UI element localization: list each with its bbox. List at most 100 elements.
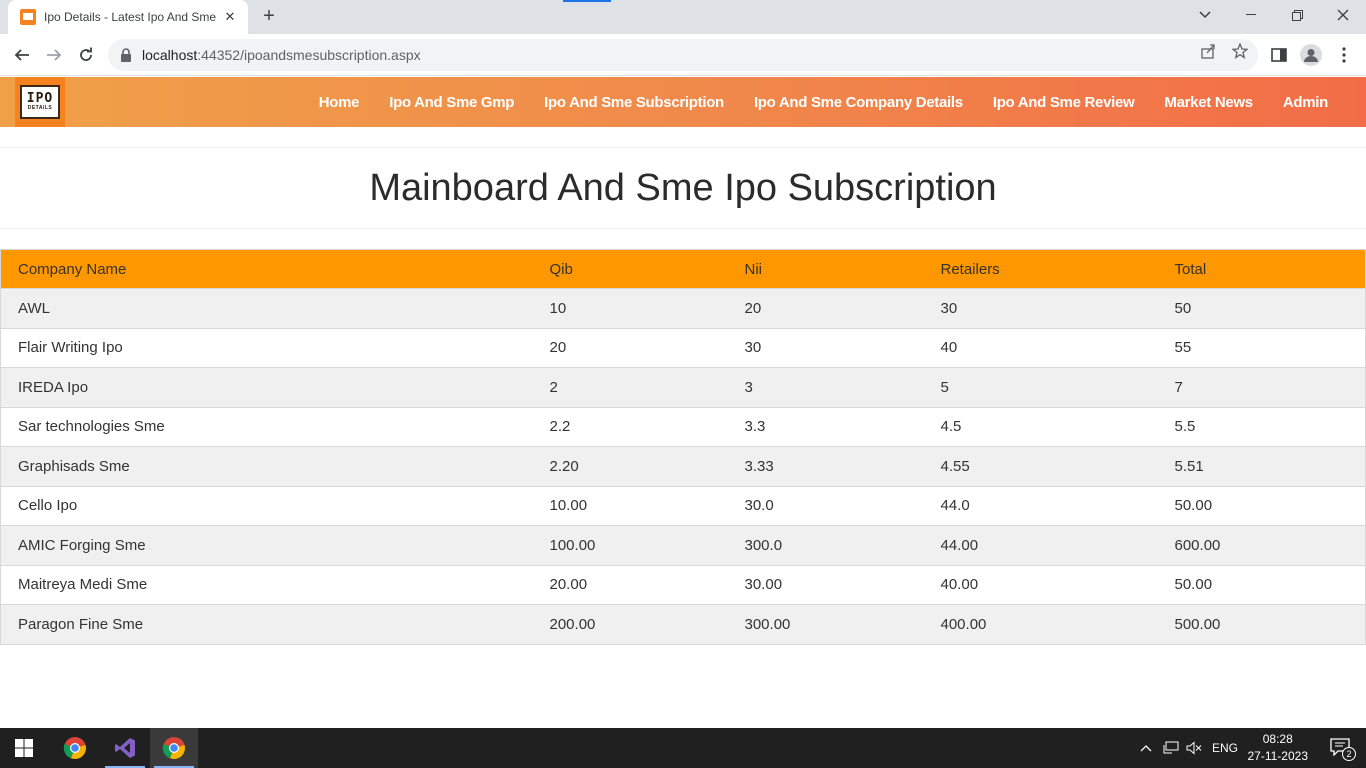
site-logo[interactable]: IPO DETAILS [15,77,65,127]
taskbar-clock[interactable]: 08:28 27-11-2023 [1248,731,1309,765]
address-bar[interactable]: localhost:44352/ipoandsmesubscription.as… [108,39,1258,71]
cell-total: 7 [1157,367,1366,407]
back-button[interactable] [10,43,34,67]
cell-retailers: 4.55 [923,446,1158,486]
page-title: Mainboard And Sme Ipo Subscription [369,166,997,209]
taskbar-chrome-active-icon[interactable] [150,728,198,768]
subscription-table: Company Name Qib Nii Retailers Total AWL… [0,249,1366,645]
cell-total: 600.00 [1157,525,1366,565]
nav-ipo-sme-company-details[interactable]: Ipo And Sme Company Details [754,94,963,111]
cell-total: 5.51 [1157,446,1366,486]
cell-qib: 20.00 [532,564,728,605]
logo-bottom-text: DETAILS [27,105,53,111]
cell-retailers: 30 [923,288,1158,328]
side-panel-icon[interactable] [1267,43,1291,67]
header-total: Total [1157,249,1366,289]
cell-total: 5.5 [1157,406,1366,447]
cell-company: Graphisads Sme [0,446,533,486]
notification-center-icon[interactable]: 2 [1330,738,1356,761]
nav-admin[interactable]: Admin [1283,94,1328,111]
tab-close-icon[interactable]: ✕ [222,9,238,25]
reload-button[interactable] [74,43,98,67]
network-icon[interactable] [1163,728,1179,768]
nav-ipo-sme-gmp[interactable]: Ipo And Sme Gmp [389,94,514,111]
page-content: Mainboard And Sme Ipo Subscription Compa… [0,127,1366,728]
cell-nii: 20 [727,288,924,328]
cell-qib: 10.00 [532,485,728,526]
tab-title: Ipo Details - Latest Ipo And Sme [44,10,217,24]
table-row: Graphisads Sme 2.20 3.33 4.55 5.51 [0,446,1366,486]
table-row: Sar technologies Sme 2.2 3.3 4.5 5.5 [0,406,1366,447]
nav-ipo-sme-review[interactable]: Ipo And Sme Review [993,94,1135,111]
cell-qib: 20 [532,327,728,368]
cell-qib: 100.00 [532,525,728,565]
main-menu: Home Ipo And Sme Gmp Ipo And Sme Subscri… [289,77,1329,127]
cell-nii: 300.0 [727,525,924,565]
cell-qib: 200.00 [532,604,728,644]
table-row: Paragon Fine Sme 200.00 300.00 400.00 50… [0,604,1366,644]
nav-market-news[interactable]: Market News [1164,94,1253,111]
minimize-button[interactable] [1228,0,1274,30]
tab-search-chevron-icon[interactable] [1182,0,1228,30]
taskbar-visual-studio-icon[interactable] [101,728,149,768]
volume-muted-icon[interactable] [1186,728,1202,768]
cell-company: AMIC Forging Sme [0,525,533,565]
table-row: IREDA Ipo 2 3 5 7 [0,367,1366,407]
cell-retailers: 40.00 [923,564,1158,605]
browser-menu-icon[interactable] [1332,43,1356,67]
cell-total: 55 [1157,327,1366,368]
header-nii: Nii [727,249,924,289]
cell-company: Sar technologies Sme [0,406,533,447]
url-text: localhost:44352/ipoandsmesubscription.as… [142,47,421,63]
cell-nii: 300.00 [727,604,924,644]
logo-top-text: IPO [26,91,54,106]
cell-retailers: 4.5 [923,406,1158,447]
cell-company: Flair Writing Ipo [0,327,533,368]
new-tab-button[interactable]: + [258,6,280,28]
cell-company: IREDA Ipo [0,367,533,407]
cell-retailers: 5 [923,367,1158,407]
lock-icon [120,48,134,62]
table-row: Cello Ipo 10.00 30.0 44.0 50.00 [0,485,1366,526]
browser-toolbar: localhost:44352/ipoandsmesubscription.as… [0,34,1366,76]
profile-avatar-icon[interactable] [1299,43,1323,67]
url-host: localhost [142,47,198,63]
tab-strip-accent [563,0,611,2]
table-row: Maitreya Medi Sme 20.00 30.00 40.00 50.0… [0,564,1366,605]
cell-total: 500.00 [1157,604,1366,644]
taskbar-chrome-icon[interactable] [51,728,99,768]
windows-taskbar: ENG 08:28 27-11-2023 2 [0,728,1366,768]
table-row: Flair Writing Ipo 20 30 40 55 [0,327,1366,368]
browser-tab-strip: Ipo Details - Latest Ipo And Sme ✕ + [0,0,1366,34]
header-qib: Qib [532,249,728,289]
cell-nii: 30 [727,327,924,368]
table-row: AWL 10 20 30 50 [0,288,1366,328]
bookmark-star-icon[interactable] [1231,42,1249,60]
browser-tab-active[interactable]: Ipo Details - Latest Ipo And Sme ✕ [8,0,248,34]
nav-ipo-sme-subscription[interactable]: Ipo And Sme Subscription [544,94,724,111]
share-icon[interactable] [1199,42,1217,60]
close-window-button[interactable] [1320,0,1366,30]
title-section: Mainboard And Sme Ipo Subscription [0,147,1366,229]
forward-button[interactable] [42,43,66,67]
tray-chevron-up-icon[interactable] [1140,728,1152,768]
header-retailers: Retailers [923,249,1158,289]
cell-company: Cello Ipo [0,485,533,526]
cell-retailers: 40 [923,327,1158,368]
cell-retailers: 44.00 [923,525,1158,565]
windows-start-icon[interactable] [0,728,48,768]
language-indicator[interactable]: ENG [1212,728,1238,768]
header-company-name: Company Name [0,249,533,289]
nav-home[interactable]: Home [319,94,360,111]
cell-nii: 3 [727,367,924,407]
restore-button[interactable] [1274,0,1320,30]
cell-nii: 3.33 [727,446,924,486]
cell-qib: 2 [532,367,728,407]
cell-company: AWL [0,288,533,328]
cell-nii: 3.3 [727,406,924,447]
table-header-row: Company Name Qib Nii Retailers Total [0,249,1366,289]
cell-qib: 2.20 [532,446,728,486]
notification-count-badge: 2 [1342,747,1356,761]
cell-qib: 10 [532,288,728,328]
clock-date: 27-11-2023 [1247,749,1309,763]
